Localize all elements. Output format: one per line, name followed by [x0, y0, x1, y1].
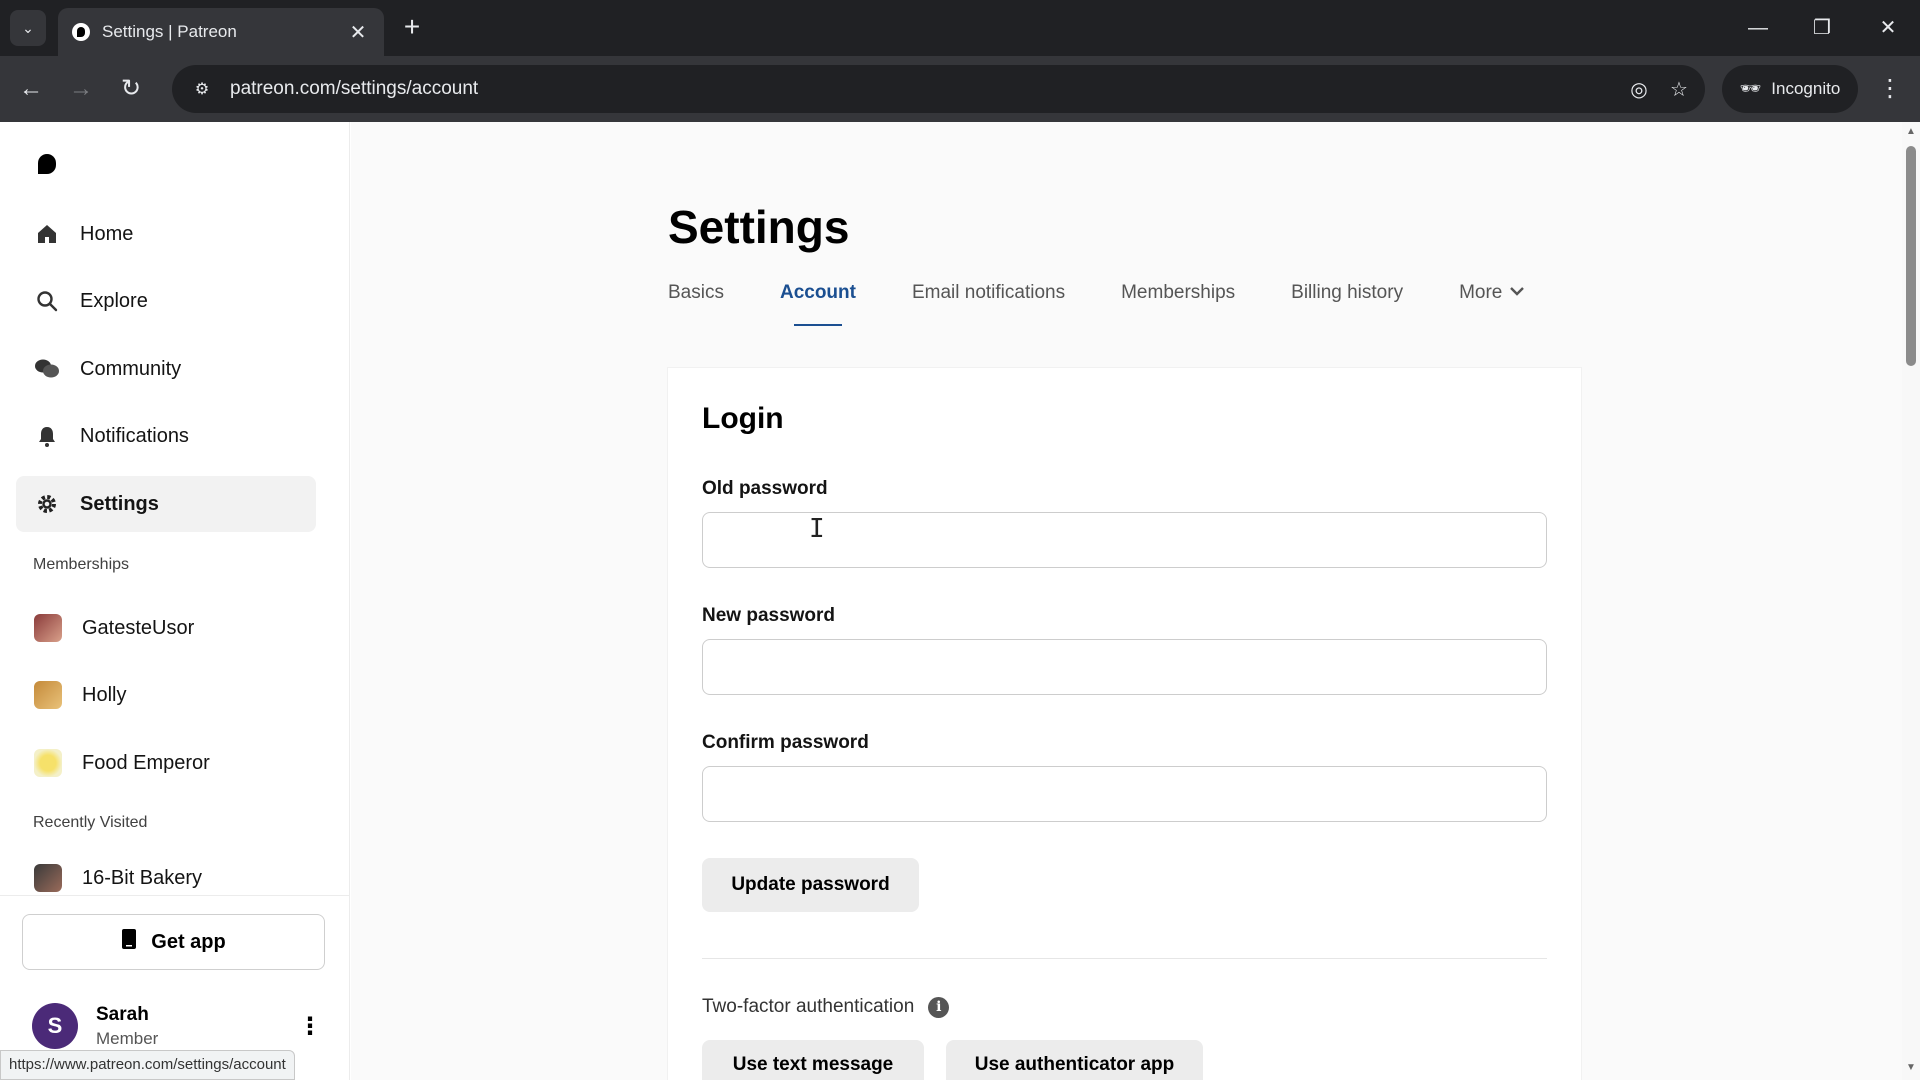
- sidebar-item-community[interactable]: Community: [16, 341, 316, 397]
- two-factor-label: Two-factor authentication: [702, 996, 915, 1017]
- incognito-icon: 🕶: [1739, 79, 1762, 98]
- user-profile[interactable]: S Sarah Member ⋮: [32, 998, 322, 1054]
- login-title: Login: [702, 402, 784, 435]
- patreon-logo-icon[interactable]: [38, 154, 58, 178]
- browser-tab[interactable]: Settings | Patreon ✕: [58, 8, 384, 56]
- patreon-favicon-icon: [72, 23, 90, 41]
- info-icon[interactable]: i: [928, 996, 950, 1018]
- sidebar-divider: [0, 895, 350, 896]
- sidebar-item-label: 16-Bit Bakery: [82, 866, 203, 889]
- memberships-heading: Memberships: [33, 556, 130, 573]
- creator-avatar: [34, 864, 62, 892]
- get-app-button[interactable]: Get app: [22, 914, 325, 970]
- sidebar-item-label: GatesteUsor: [82, 616, 195, 639]
- sidebar-item-notifications[interactable]: Notifications: [16, 408, 316, 464]
- new-password-field[interactable]: [702, 639, 1547, 695]
- sidebar-item-label: Explore: [80, 289, 148, 312]
- sidebar-item-label: Holly: [82, 683, 127, 706]
- tab-search-button[interactable]: ⌄: [10, 10, 46, 46]
- tab-account[interactable]: Account: [780, 282, 856, 326]
- user-role: Member: [96, 1028, 159, 1048]
- use-authenticator-app-button[interactable]: Use authenticator app: [946, 1040, 1203, 1080]
- update-password-button[interactable]: Update password: [702, 858, 919, 912]
- old-password-label: Old password: [702, 478, 828, 499]
- tab-billing-history[interactable]: Billing history: [1291, 282, 1403, 326]
- creator-avatar: [34, 681, 62, 709]
- chat-icon: [34, 356, 60, 382]
- recently-visited-heading: Recently Visited: [33, 814, 148, 831]
- login-card: Login Old password New password Confirm …: [668, 368, 1581, 1080]
- two-factor-heading: Two-factor authentication i: [702, 996, 950, 1018]
- more-vertical-icon[interactable]: ⋮: [298, 1012, 322, 1041]
- creator-avatar: [34, 749, 62, 777]
- creator-avatar: [34, 614, 62, 642]
- close-window-button[interactable]: ✕: [1868, 12, 1908, 44]
- incognito-indicator[interactable]: 🕶 Incognito: [1722, 65, 1858, 113]
- sidebar: Home Explore Community Notifications Set…: [0, 122, 350, 1080]
- sidebar-item-label: Home: [80, 222, 134, 245]
- sidebar-item-home[interactable]: Home: [16, 206, 316, 262]
- reload-button[interactable]: ↻: [112, 70, 150, 108]
- get-app-label: Get app: [151, 930, 226, 953]
- forward-button[interactable]: →: [62, 70, 100, 108]
- avatar[interactable]: S: [32, 1003, 78, 1049]
- status-bar-url: https://www.patreon.com/settings/account: [0, 1050, 295, 1080]
- tab-email-notifications[interactable]: Email notifications: [912, 282, 1065, 326]
- site-info-icon[interactable]: ⚙: [182, 79, 222, 99]
- restore-button[interactable]: ❐: [1802, 12, 1842, 44]
- page-title: Settings: [668, 201, 850, 253]
- sidebar-item-membership[interactable]: Holly: [16, 667, 316, 723]
- tab-memberships[interactable]: Memberships: [1121, 282, 1235, 326]
- browser-menu-button[interactable]: ⋮: [1872, 70, 1908, 108]
- old-password-field[interactable]: [702, 512, 1547, 568]
- sidebar-item-membership[interactable]: Food Emperor: [16, 735, 316, 791]
- chevron-down-icon: [1508, 282, 1526, 306]
- sidebar-item-recent[interactable]: 16-Bit Bakery: [16, 858, 316, 898]
- sidebar-item-label: Community: [80, 357, 182, 380]
- scroll-thumb[interactable]: [1906, 146, 1916, 366]
- scroll-up-icon[interactable]: ▲: [1906, 126, 1916, 137]
- sidebar-item-explore[interactable]: Explore: [16, 273, 316, 329]
- bookmark-star-icon[interactable]: ☆: [1659, 77, 1699, 102]
- tab-title: Settings | Patreon: [102, 22, 237, 41]
- scrollbar[interactable]: ▲ ▼: [1902, 122, 1920, 1080]
- address-bar[interactable]: ⚙ patreon.com/settings/account ◎ ☆: [172, 65, 1705, 113]
- sidebar-item-settings[interactable]: Settings: [16, 476, 316, 532]
- scroll-down-icon[interactable]: ▼: [1906, 1062, 1916, 1073]
- sidebar-item-label: Settings: [80, 492, 159, 515]
- url-text[interactable]: patreon.com/settings/account: [230, 78, 1619, 100]
- home-icon: [34, 221, 60, 247]
- back-button[interactable]: ←: [12, 70, 50, 108]
- tab-more-label: More: [1459, 282, 1503, 303]
- confirm-password-field[interactable]: [702, 766, 1547, 822]
- minimize-button[interactable]: —: [1738, 12, 1778, 44]
- tab-more[interactable]: More: [1459, 282, 1526, 326]
- eye-off-icon[interactable]: ◎: [1619, 77, 1659, 102]
- user-info: Sarah Member: [96, 1004, 158, 1049]
- text-cursor-icon: I: [809, 514, 825, 544]
- bell-icon: [34, 423, 60, 449]
- close-tab-icon[interactable]: ✕: [346, 20, 370, 45]
- sidebar-item-label: Food Emperor: [82, 751, 210, 774]
- new-password-label: New password: [702, 605, 836, 626]
- phone-icon: [121, 928, 137, 956]
- search-icon: [34, 288, 60, 314]
- sidebar-item-membership[interactable]: GatesteUsor: [16, 600, 316, 656]
- gear-icon: [34, 491, 60, 517]
- browser-tab-bar: ⌄ Settings | Patreon ✕ + — ❐ ✕: [0, 0, 1920, 56]
- browser-toolbar: ← → ↻ ⚙ patreon.com/settings/account ◎ ☆…: [0, 56, 1920, 122]
- settings-tabs: Basics Account Email notifications Membe…: [668, 282, 1582, 326]
- confirm-password-label: Confirm password: [702, 732, 869, 753]
- sidebar-item-label: Notifications: [80, 424, 189, 447]
- use-text-message-button[interactable]: Use text message: [702, 1040, 924, 1080]
- tab-basics[interactable]: Basics: [668, 282, 724, 326]
- new-tab-button[interactable]: +: [396, 12, 428, 44]
- incognito-label: Incognito: [1771, 79, 1841, 98]
- card-divider: [702, 958, 1547, 959]
- user-name: Sarah: [96, 1003, 149, 1025]
